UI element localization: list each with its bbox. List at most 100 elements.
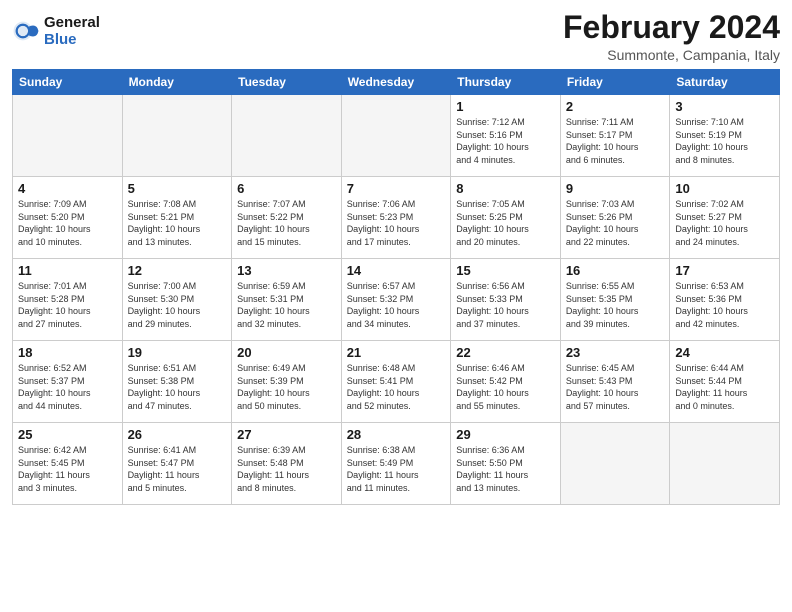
table-row	[560, 423, 670, 505]
calendar: Sunday Monday Tuesday Wednesday Thursday…	[12, 69, 780, 505]
table-row	[122, 95, 232, 177]
table-row: 5 Sunrise: 7:08 AM Sunset: 5:21 PM Daylig…	[122, 177, 232, 259]
title-section: February 2024 Summonte, Campania, Italy	[563, 10, 780, 63]
day-info: Sunrise: 6:56 AM Sunset: 5:33 PM Dayligh…	[456, 280, 555, 330]
calendar-week-row: 1Sunrise: 7:12 AM Sunset: 5:16 PM Daylig…	[13, 95, 780, 177]
day-info: Sunrise: 7:08 AM Sunset: 5:21 PM Dayligh…	[128, 198, 227, 248]
table-row	[13, 95, 123, 177]
page-container: General Blue February 2024 Summonte, Cam…	[0, 0, 792, 612]
month-title: February 2024	[563, 10, 780, 45]
day-number: 8	[456, 181, 555, 196]
day-number: 20	[237, 345, 336, 360]
day-info: Sunrise: 7:09 AM Sunset: 5:20 PM Dayligh…	[18, 198, 117, 248]
day-info: Sunrise: 7:07 AM Sunset: 5:22 PM Dayligh…	[237, 198, 336, 248]
day-info: Sunrise: 6:52 AM Sunset: 5:37 PM Dayligh…	[18, 362, 117, 412]
calendar-week-row: 4 Sunrise: 7:09 AM Sunset: 5:20 PM Daylig…	[13, 177, 780, 259]
table-row: 15 Sunrise: 6:56 AM Sunset: 5:33 PM Dayli…	[451, 259, 561, 341]
table-row: 2 Sunrise: 7:11 AM Sunset: 5:17 PM Daylig…	[560, 95, 670, 177]
day-info: Sunrise: 6:42 AM Sunset: 5:45 PM Dayligh…	[18, 444, 117, 494]
day-info: Sunrise: 7:05 AM Sunset: 5:25 PM Dayligh…	[456, 198, 555, 248]
table-row: 25 Sunrise: 6:42 AM Sunset: 5:45 PM Dayli…	[13, 423, 123, 505]
table-row: 12Sunrise: 7:00 AM Sunset: 5:30 PM Dayli…	[122, 259, 232, 341]
day-number: 24	[675, 345, 774, 360]
logo-text-blue: Blue	[44, 31, 100, 48]
table-row: 19 Sunrise: 6:51 AM Sunset: 5:38 PM Dayli…	[122, 341, 232, 423]
day-number: 6	[237, 181, 336, 196]
day-info: Sunrise: 6:45 AM Sunset: 5:43 PM Dayligh…	[566, 362, 665, 412]
day-number: 18	[18, 345, 117, 360]
logo-text-general: General	[44, 14, 100, 31]
day-info: Sunrise: 7:03 AM Sunset: 5:26 PM Dayligh…	[566, 198, 665, 248]
table-row: 28 Sunrise: 6:38 AM Sunset: 5:49 PM Dayli…	[341, 423, 451, 505]
day-info: Sunrise: 6:44 AM Sunset: 5:44 PM Dayligh…	[675, 362, 774, 412]
day-number: 15	[456, 263, 555, 278]
table-row: 9 Sunrise: 7:03 AM Sunset: 5:26 PM Daylig…	[560, 177, 670, 259]
table-row: 17Sunrise: 6:53 AM Sunset: 5:36 PM Dayli…	[670, 259, 780, 341]
table-row: 8 Sunrise: 7:05 AM Sunset: 5:25 PM Daylig…	[451, 177, 561, 259]
calendar-week-row: 25 Sunrise: 6:42 AM Sunset: 5:45 PM Dayli…	[13, 423, 780, 505]
day-info: Sunrise: 6:36 AM Sunset: 5:50 PM Dayligh…	[456, 444, 555, 494]
table-row: 18 Sunrise: 6:52 AM Sunset: 5:37 PM Dayli…	[13, 341, 123, 423]
day-info: Sunrise: 7:02 AM Sunset: 5:27 PM Dayligh…	[675, 198, 774, 248]
table-row	[341, 95, 451, 177]
day-number: 21	[347, 345, 446, 360]
table-row: 29Sunrise: 6:36 AM Sunset: 5:50 PM Dayli…	[451, 423, 561, 505]
table-row: 6 Sunrise: 7:07 AM Sunset: 5:22 PM Daylig…	[232, 177, 342, 259]
table-row: 11 Sunrise: 7:01 AM Sunset: 5:28 PM Dayli…	[13, 259, 123, 341]
calendar-week-row: 18 Sunrise: 6:52 AM Sunset: 5:37 PM Dayli…	[13, 341, 780, 423]
day-number: 19	[128, 345, 227, 360]
day-number: 2	[566, 99, 665, 114]
table-row: 4 Sunrise: 7:09 AM Sunset: 5:20 PM Daylig…	[13, 177, 123, 259]
table-row	[670, 423, 780, 505]
table-row: 10 Sunrise: 7:02 AM Sunset: 5:27 PM Dayli…	[670, 177, 780, 259]
table-row: 24 Sunrise: 6:44 AM Sunset: 5:44 PM Dayli…	[670, 341, 780, 423]
col-sunday: Sunday	[13, 70, 123, 95]
day-info: Sunrise: 7:01 AM Sunset: 5:28 PM Dayligh…	[18, 280, 117, 330]
day-info: Sunrise: 7:00 AM Sunset: 5:30 PM Dayligh…	[128, 280, 227, 330]
calendar-header-row: Sunday Monday Tuesday Wednesday Thursday…	[13, 70, 780, 95]
day-info: Sunrise: 7:11 AM Sunset: 5:17 PM Dayligh…	[566, 116, 665, 166]
col-monday: Monday	[122, 70, 232, 95]
table-row: 23Sunrise: 6:45 AM Sunset: 5:43 PM Dayli…	[560, 341, 670, 423]
day-info: Sunrise: 7:06 AM Sunset: 5:23 PM Dayligh…	[347, 198, 446, 248]
table-row: 22 Sunrise: 6:46 AM Sunset: 5:42 PM Dayli…	[451, 341, 561, 423]
calendar-week-row: 11 Sunrise: 7:01 AM Sunset: 5:28 PM Dayli…	[13, 259, 780, 341]
day-number: 13	[237, 263, 336, 278]
col-thursday: Thursday	[451, 70, 561, 95]
day-info: Sunrise: 6:39 AM Sunset: 5:48 PM Dayligh…	[237, 444, 336, 494]
day-number: 22	[456, 345, 555, 360]
day-info: Sunrise: 6:38 AM Sunset: 5:49 PM Dayligh…	[347, 444, 446, 494]
col-saturday: Saturday	[670, 70, 780, 95]
day-number: 11	[18, 263, 117, 278]
table-row: 13 Sunrise: 6:59 AM Sunset: 5:31 PM Dayli…	[232, 259, 342, 341]
day-number: 9	[566, 181, 665, 196]
table-row: 1Sunrise: 7:12 AM Sunset: 5:16 PM Daylig…	[451, 95, 561, 177]
day-number: 7	[347, 181, 446, 196]
page-header: General Blue February 2024 Summonte, Cam…	[12, 10, 780, 63]
day-number: 16	[566, 263, 665, 278]
table-row: 14 Sunrise: 6:57 AM Sunset: 5:32 PM Dayli…	[341, 259, 451, 341]
day-number: 5	[128, 181, 227, 196]
day-info: Sunrise: 6:48 AM Sunset: 5:41 PM Dayligh…	[347, 362, 446, 412]
col-wednesday: Wednesday	[341, 70, 451, 95]
day-number: 27	[237, 427, 336, 442]
day-info: Sunrise: 6:51 AM Sunset: 5:38 PM Dayligh…	[128, 362, 227, 412]
day-number: 4	[18, 181, 117, 196]
table-row: 27 Sunrise: 6:39 AM Sunset: 5:48 PM Dayli…	[232, 423, 342, 505]
table-row: 3Sunrise: 7:10 AM Sunset: 5:19 PM Daylig…	[670, 95, 780, 177]
table-row	[232, 95, 342, 177]
day-info: Sunrise: 6:57 AM Sunset: 5:32 PM Dayligh…	[347, 280, 446, 330]
col-tuesday: Tuesday	[232, 70, 342, 95]
table-row: 21 Sunrise: 6:48 AM Sunset: 5:41 PM Dayli…	[341, 341, 451, 423]
day-info: Sunrise: 6:46 AM Sunset: 5:42 PM Dayligh…	[456, 362, 555, 412]
table-row: 20Sunrise: 6:49 AM Sunset: 5:39 PM Dayli…	[232, 341, 342, 423]
day-info: Sunrise: 6:41 AM Sunset: 5:47 PM Dayligh…	[128, 444, 227, 494]
day-info: Sunrise: 6:53 AM Sunset: 5:36 PM Dayligh…	[675, 280, 774, 330]
day-number: 28	[347, 427, 446, 442]
day-number: 14	[347, 263, 446, 278]
logo-icon	[12, 17, 40, 45]
day-number: 25	[18, 427, 117, 442]
day-info: Sunrise: 6:59 AM Sunset: 5:31 PM Dayligh…	[237, 280, 336, 330]
day-number: 10	[675, 181, 774, 196]
table-row: 26Sunrise: 6:41 AM Sunset: 5:47 PM Dayli…	[122, 423, 232, 505]
